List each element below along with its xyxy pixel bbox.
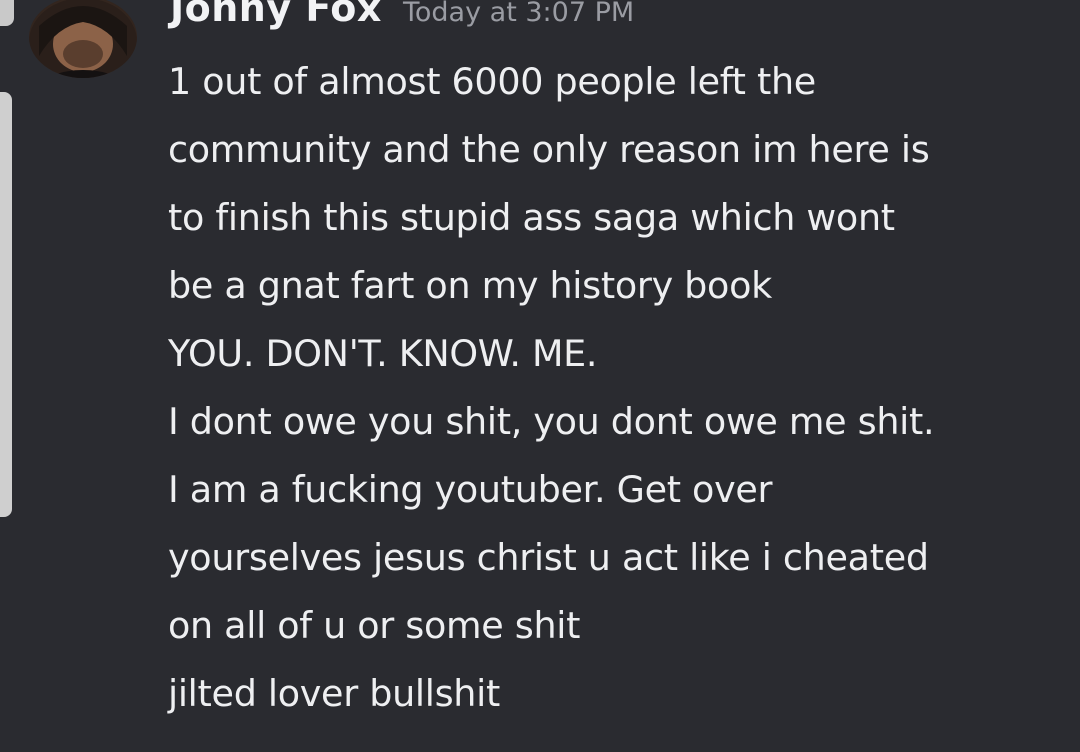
message-line: community and the only reason im here is (168, 128, 930, 171)
message-item[interactable]: 1 out of almost 6000 people left the com… (168, 48, 1068, 320)
message-line: YOU. DON'T. KNOW. ME. (168, 332, 598, 375)
scrollbar-top-fragment (0, 0, 14, 26)
message-line: to finish this stupid ass saga which won… (168, 196, 895, 239)
message-header: Jonny Fox Today at 3:07 PM (170, 0, 634, 30)
message-line: I dont owe you shit, you dont owe me shi… (168, 400, 935, 443)
message-item[interactable]: YOU. DON'T. KNOW. ME. (168, 320, 1068, 388)
message-line: be a gnat fart on my history book (168, 264, 772, 307)
message-list: 1 out of almost 6000 people left the com… (168, 48, 1068, 728)
message-line: 1 out of almost 6000 people left the (168, 60, 816, 103)
author-avatar[interactable] (29, 0, 137, 78)
message-line: on all of u or some shit (168, 604, 581, 647)
message-line: I am a fucking youtuber. Get over (168, 468, 773, 511)
message-line: jilted lover bullshit (168, 672, 500, 715)
message-line: yourselves jesus christ u act like i che… (168, 536, 929, 579)
user-avatar-photo-icon (29, 0, 137, 78)
author-username[interactable]: Jonny Fox (170, 0, 382, 30)
message-item[interactable]: jilted lover bullshit (168, 660, 1068, 728)
scrollbar-thumb[interactable] (0, 92, 12, 517)
message-item[interactable]: I dont owe you shit, you dont owe me shi… (168, 388, 1068, 660)
message-timestamp[interactable]: Today at 3:07 PM (403, 0, 634, 28)
